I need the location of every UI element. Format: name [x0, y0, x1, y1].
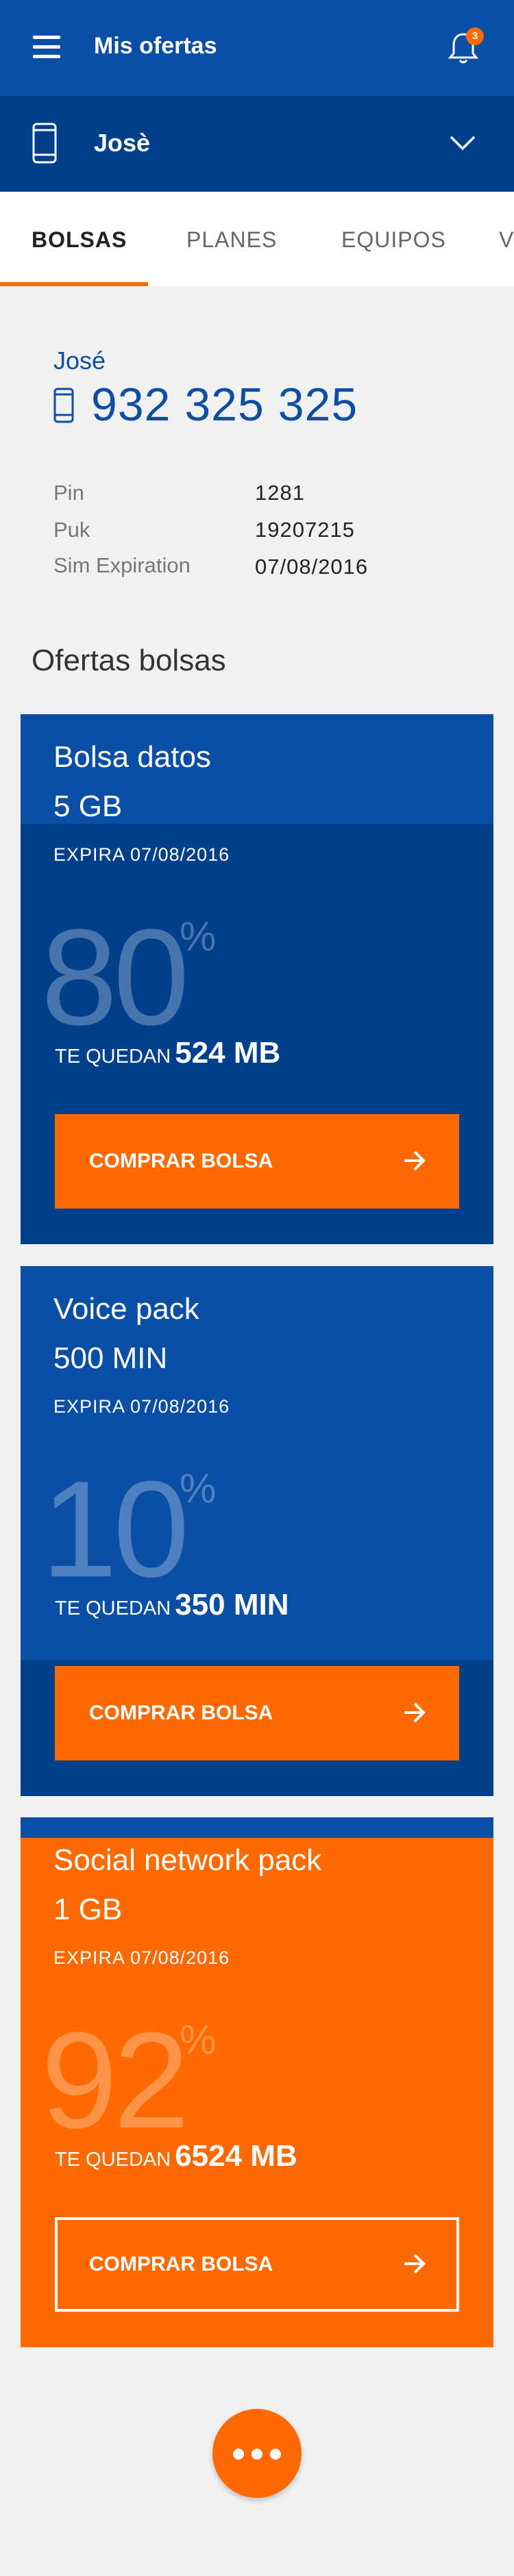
- dot-icon: [270, 2449, 281, 2460]
- mobile-phone-icon: [53, 388, 74, 423]
- remaining-value: 524 MB: [175, 1036, 281, 1070]
- remaining-prefix: TE QUEDAN: [55, 1598, 171, 1619]
- selected-line-name: Josè: [94, 129, 151, 157]
- card-level-fill: [21, 1817, 493, 1838]
- tab-more[interactable]: V: [499, 227, 514, 253]
- arrow-right-icon: [404, 1150, 426, 1171]
- percent-sign: %: [180, 2017, 217, 2062]
- buy-bundle-button[interactable]: COMPRAR BOLSA: [55, 2217, 459, 2312]
- pin-value: 1281: [255, 481, 305, 505]
- arrow-right-icon: [404, 1702, 426, 1723]
- offer-amount: 500 MIN: [53, 1341, 168, 1375]
- tab-equipos[interactable]: EQUIPOS: [341, 227, 446, 253]
- offer-title: Bolsa datos: [53, 740, 211, 774]
- section-title: Ofertas bolsas: [32, 644, 226, 677]
- buy-bundle-label: COMPRAR BOLSA: [89, 1150, 273, 1172]
- active-tab-indicator: [0, 282, 148, 286]
- buy-bundle-button[interactable]: COMPRAR BOLSA: [55, 1666, 459, 1760]
- page-title: Mis ofertas: [94, 33, 217, 59]
- percent-sign: %: [180, 913, 217, 959]
- tab-bar: BOLSAS PLANES EQUIPOS V: [0, 192, 514, 286]
- remaining-text: TE QUEDAN 350 MIN: [55, 1588, 289, 1622]
- buy-bundle-button[interactable]: COMPRAR BOLSA: [55, 1114, 459, 1209]
- remaining-prefix: TE QUEDAN: [55, 1046, 171, 1068]
- remaining-text: TE QUEDAN 524 MB: [55, 1036, 280, 1070]
- buy-bundle-label: COMPRAR BOLSA: [89, 1702, 273, 1724]
- offer-title: Voice pack: [53, 1292, 199, 1326]
- tab-bolsas[interactable]: BOLSAS: [32, 227, 127, 253]
- percent-sign: %: [180, 1465, 217, 1511]
- buy-bundle-label: COMPRAR BOLSA: [89, 2253, 273, 2275]
- phone-number: 932 325 325: [91, 379, 358, 431]
- remaining-value: 350 MIN: [175, 1588, 289, 1621]
- puk-label: Puk: [53, 518, 90, 542]
- arrow-right-icon: [404, 2253, 426, 2274]
- remaining-prefix: TE QUEDAN: [55, 2149, 171, 2171]
- offer-expiry: EXPIRA 07/08/2016: [53, 1947, 230, 1968]
- pin-label: Pin: [53, 481, 84, 505]
- dot-icon: [252, 2449, 262, 2460]
- offer-title: Social network pack: [53, 1843, 322, 1877]
- more-options-button[interactable]: [212, 2409, 302, 2498]
- offer-card: Voice pack 500 MIN EXPIRA 07/08/2016 10 …: [21, 1266, 493, 1796]
- top-app-bar: Mis ofertas 3: [0, 0, 514, 96]
- sim-expiration-value: 07/08/2016: [255, 555, 369, 579]
- usage-percent: 10: [41, 1453, 189, 1606]
- chevron-down-icon[interactable]: [449, 134, 476, 152]
- puk-value: 19207215: [255, 518, 355, 542]
- dot-icon: [233, 2449, 244, 2460]
- notification-badge: 3: [466, 27, 484, 45]
- account-holder-name: José: [53, 346, 106, 375]
- remaining-text: TE QUEDAN 6524 MB: [55, 2139, 297, 2173]
- offer-expiry: EXPIRA 07/08/2016: [53, 1396, 230, 1417]
- offer-amount: 5 GB: [53, 790, 123, 823]
- usage-percent: 80: [41, 901, 189, 1054]
- offer-expiry: EXPIRA 07/08/2016: [53, 844, 230, 865]
- sim-expiration-label: Sim Expiration: [53, 553, 191, 577]
- remaining-value: 6524 MB: [175, 2139, 297, 2173]
- offer-card: Bolsa datos 5 GB EXPIRA 07/08/2016 80 % …: [21, 714, 493, 1244]
- offer-card: Social network pack 1 GB EXPIRA 07/08/20…: [21, 1817, 493, 2347]
- menu-icon[interactable]: [33, 36, 60, 59]
- line-selector[interactable]: Josè: [0, 96, 514, 192]
- mobile-phone-icon: [32, 123, 57, 164]
- usage-percent: 92: [41, 2004, 189, 2157]
- tab-planes[interactable]: PLANES: [186, 227, 277, 253]
- offer-amount: 1 GB: [53, 1893, 123, 1926]
